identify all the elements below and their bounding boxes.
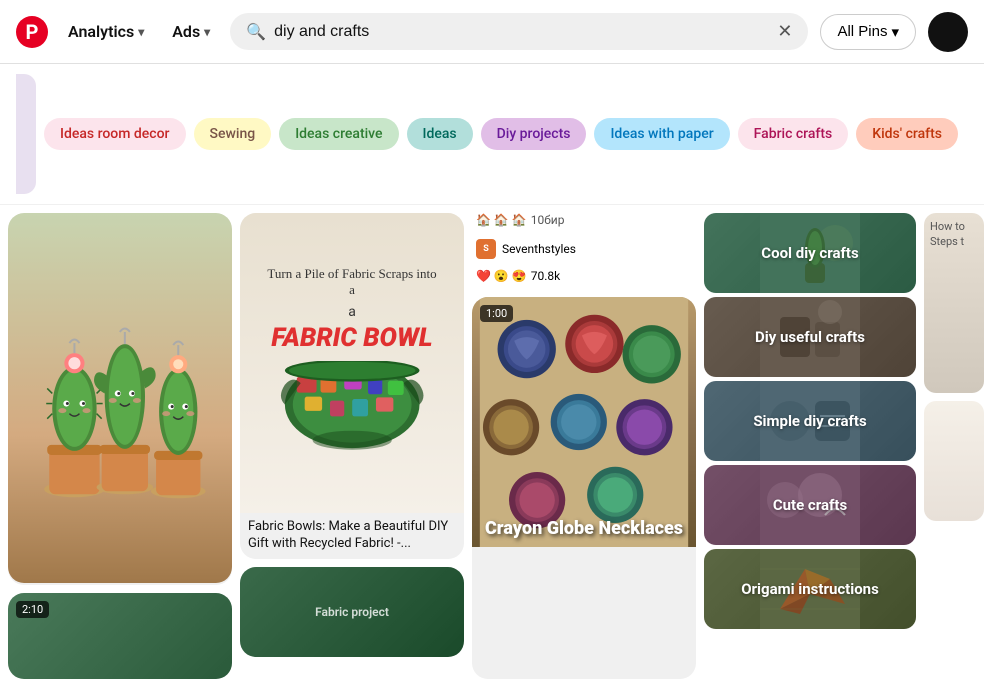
video-badge-col3: 1:00 (480, 305, 513, 322)
ads-label: Ads (172, 22, 200, 41)
analytics-chevron-icon: ▾ (138, 25, 144, 39)
top-partial-meta: 🏠 🏠 🏠 10бир (472, 213, 696, 231)
avatar[interactable] (928, 12, 968, 52)
sidebar-card-cute-label: Cute crafts (773, 496, 847, 514)
ads-nav[interactable]: Ads ▾ (164, 18, 218, 45)
fabric-bowl-title: Fabric Bowls: Make a Beautiful DIY Gift … (240, 513, 464, 559)
sidebar-card-useful-label: Diy useful crafts (755, 328, 865, 346)
crayon-globe-card[interactable]: 1:00 (472, 297, 696, 679)
tag-ideas-with-paper[interactable]: Ideas with paper (594, 118, 729, 150)
crayon-label: Crayon Globe Necklaces (485, 518, 683, 539)
sidebar-card-origami[interactable]: Origami instructions (704, 549, 916, 629)
far-right-card-2[interactable] (924, 401, 984, 521)
search-bar: 🔍 ✕ (230, 13, 808, 50)
header: P Analytics ▾ Ads ▾ 🔍 ✕ All Pins ▾ (0, 0, 984, 64)
tags-row: Ideas room decor Sewing Ideas creative I… (0, 64, 984, 205)
style-name: Seventhstyles (502, 242, 576, 256)
search-icon: 🔍 (246, 22, 266, 41)
sidebar-card-cool-label: Cool diy crafts (761, 244, 858, 262)
tag-ideas-creative[interactable]: Ideas creative (279, 118, 398, 150)
left-partial-tag (16, 74, 36, 194)
right-sidebar: Cool diy crafts Diy useful crafts (704, 205, 924, 687)
tag-sewing[interactable]: Sewing (194, 118, 272, 150)
sidebar-card-cool-diy[interactable]: Cool diy crafts (704, 213, 916, 293)
far-right-partial-text: How to Steps t (924, 213, 984, 256)
cactus-pin-card[interactable]: Cactus Ornament Craft for Christmas • Co… (8, 213, 232, 585)
sidebar-card-simple-diy[interactable]: Simple diy crafts (704, 381, 916, 461)
analytics-nav[interactable]: Analytics ▾ (60, 18, 152, 45)
sidebar-card-simple-label: Simple diy crafts (753, 412, 866, 430)
cactus-pin-title: Cactus Ornament Craft for Christmas • Co… (8, 583, 232, 585)
far-right-card-1[interactable]: How to Steps t (924, 213, 984, 393)
main-content: Cactus Ornament Craft for Christmas • Co… (0, 205, 984, 687)
col2-second-card[interactable]: Fabric project (240, 567, 464, 657)
col1-video-card[interactable]: 2:10 (8, 593, 232, 679)
clear-search-button[interactable]: ✕ (777, 21, 792, 42)
sidebar-card-diy-useful[interactable]: Diy useful crafts (704, 297, 916, 377)
fabric-bowl-main-text: FABRIC BOWL (264, 324, 440, 353)
search-input[interactable] (274, 23, 769, 41)
pins-column-1: Cactus Ornament Craft for Christmas • Co… (8, 213, 232, 679)
style-tag-row: S Seventhstyles (472, 239, 696, 261)
analytics-label: Analytics (68, 22, 134, 41)
col3-reactions: ❤️ 😮 😍 (476, 269, 527, 283)
partial-stats: 10бир (531, 213, 565, 227)
video-badge-col1: 2:10 (16, 601, 49, 618)
pins-column-3: 🏠 🏠 🏠 10бир S Seventhstyles ❤️ 😮 😍 70.8k… (472, 213, 696, 679)
partial-icons: 🏠 🏠 🏠 (476, 213, 527, 227)
sidebar-card-origami-label: Origami instructions (741, 580, 879, 598)
style-icon-label: S (483, 244, 489, 254)
all-pins-label: All Pins (837, 23, 887, 40)
tag-ideas[interactable]: Ideas (407, 118, 473, 150)
all-pins-button[interactable]: All Pins ▾ (820, 14, 916, 50)
style-icon: S (476, 239, 496, 259)
far-right-partial: How to Steps t (924, 205, 984, 687)
tag-kids-crafts[interactable]: Kids' crafts (856, 118, 958, 150)
tag-fabric-crafts[interactable]: Fabric crafts (738, 118, 849, 150)
col3-reactions-row: ❤️ 😮 😍 70.8k (472, 269, 696, 289)
pins-grid: Cactus Ornament Craft for Christmas • Co… (0, 205, 704, 687)
tag-diy-projects[interactable]: Diy projects (481, 118, 587, 150)
fabric-bowl-top-text: Turn a Pile of Fabric Scraps into a (264, 266, 440, 298)
all-pins-chevron-icon: ▾ (891, 23, 899, 41)
ads-chevron-icon: ▾ (204, 25, 210, 39)
pins-column-2: Turn a Pile of Fabric Scraps into a a FA… (240, 213, 464, 679)
logo-area: P (16, 16, 48, 48)
sidebar-card-cute[interactable]: Cute crafts (704, 465, 916, 545)
tag-ideas-room-decor[interactable]: Ideas room decor (44, 118, 186, 150)
fabric-bowl-card[interactable]: Turn a Pile of Fabric Scraps into a a FA… (240, 213, 464, 559)
pinterest-logo[interactable]: P (16, 16, 48, 48)
col3-stats: 70.8k (531, 269, 560, 283)
